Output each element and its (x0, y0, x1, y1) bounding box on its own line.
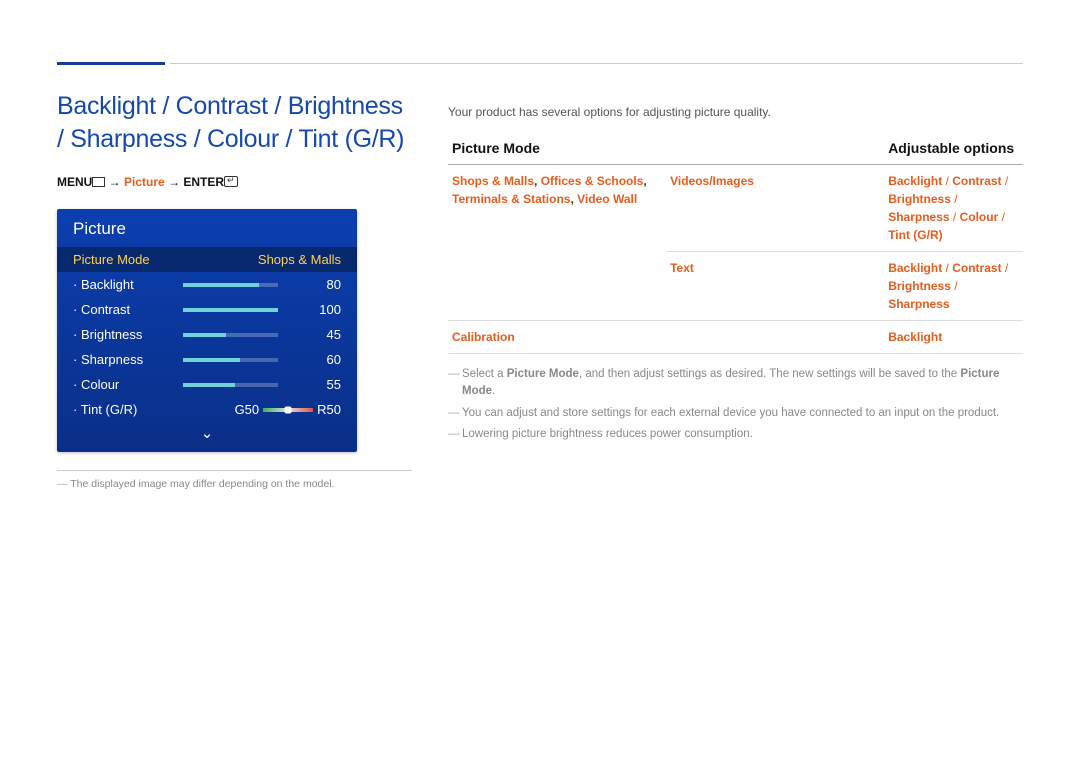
osd-item-row[interactable]: Sharpness 60 (57, 347, 357, 372)
osd-mode-value: Shops & Malls (183, 252, 341, 267)
table-cell: Shops & Malls, Offices & Schools, Termin… (448, 165, 666, 321)
divider (57, 470, 412, 471)
osd-item-row[interactable]: Brightness 45 (57, 322, 357, 347)
table-cell: Backlight / Contrast / Brightness / Shar… (884, 252, 1023, 321)
osd-item-value: 100 (286, 302, 341, 317)
osd-item-value: 55 (286, 377, 341, 392)
osd-slider[interactable] (183, 306, 278, 314)
osd-slider[interactable] (183, 356, 278, 364)
osd-item-label: Colour (73, 377, 183, 392)
osd-item-label: Brightness (73, 327, 183, 342)
osd-item-label: Sharpness (73, 352, 183, 367)
osd-item-value: 60 (286, 352, 341, 367)
options-table: Picture Mode Adjustable options Shops & … (448, 135, 1023, 354)
osd-item-value: 80 (286, 277, 341, 292)
tint-g-value: G50 (235, 402, 260, 417)
osd-item-row[interactable]: Contrast 100 (57, 297, 357, 322)
top-divider (170, 63, 1023, 64)
tint-slider[interactable] (263, 408, 313, 412)
tint-r-value: R50 (317, 402, 341, 417)
table-cell: Text (666, 252, 884, 321)
osd-slider[interactable] (183, 281, 278, 289)
th-picture-mode: Picture Mode (448, 135, 884, 165)
osd-tint-row[interactable]: Tint (G/R) G50 R50 (57, 397, 357, 422)
osd-item-value: 45 (286, 327, 341, 342)
menu-path: MENU → Picture → ENTER (57, 175, 412, 189)
enter-icon (224, 176, 238, 187)
osd-item-row[interactable]: Backlight 80 (57, 272, 357, 297)
osd-picture-mode-row[interactable]: Picture Mode Shops & Malls (57, 247, 357, 272)
page-title: Backlight / Contrast / Brightness / Shar… (57, 90, 412, 155)
table-cell: Backlight (884, 321, 1023, 354)
menu-icon (92, 177, 105, 187)
osd-mode-label: Picture Mode (73, 252, 183, 267)
osd-panel: Picture Picture Mode Shops & Malls Backl… (57, 209, 357, 452)
chapter-bar (57, 62, 165, 65)
intro-text: Your product has several options for adj… (448, 105, 1023, 119)
osd-slider[interactable] (183, 331, 278, 339)
table-cell: Videos/Images (666, 165, 884, 252)
osd-item-label: Backlight (73, 277, 183, 292)
note-item: Select a Picture Mode, and then adjust s… (448, 366, 1023, 401)
chevron-down-icon[interactable]: ⌄ (57, 422, 357, 446)
osd-footnote: The displayed image may differ depending… (57, 478, 412, 490)
table-cell: Backlight / Contrast / Brightness / Shar… (884, 165, 1023, 252)
osd-title: Picture (57, 209, 357, 247)
notes-list: Select a Picture Mode, and then adjust s… (448, 366, 1023, 443)
note-item: You can adjust and store settings for ea… (448, 405, 1023, 422)
th-adjustable: Adjustable options (884, 135, 1023, 165)
note-item: Lowering picture brightness reduces powe… (448, 426, 1023, 443)
osd-item-row[interactable]: Colour 55 (57, 372, 357, 397)
osd-item-label: Contrast (73, 302, 183, 317)
osd-slider[interactable] (183, 381, 278, 389)
table-cell: Calibration (448, 321, 884, 354)
